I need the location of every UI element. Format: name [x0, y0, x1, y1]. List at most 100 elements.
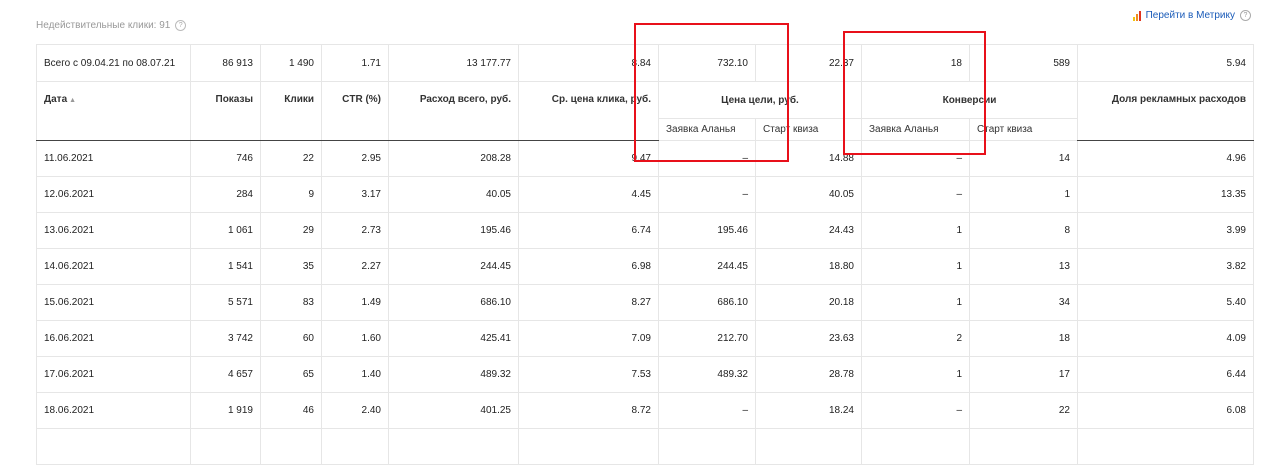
value-cell: 24.43 — [755, 212, 862, 249]
total-row: Всего с 09.04.21 по 08.07.21 86 913 1 49… — [36, 44, 1254, 82]
value-cell: 18.80 — [755, 248, 862, 285]
value-cell — [755, 428, 862, 465]
date-cell — [36, 428, 191, 465]
column-header-ad-share[interactable]: Доля рекламных расходов — [1077, 81, 1254, 141]
value-cell: 195.46 — [658, 212, 756, 249]
value-cell: 2.40 — [321, 392, 389, 429]
value-cell: 8.27 — [518, 284, 659, 321]
sort-ascending-icon[interactable]: ▲ — [69, 97, 76, 104]
value-cell: – — [861, 140, 970, 177]
invalid-clicks-text: Недействительные клики: 91 — [36, 20, 171, 31]
date-header-label[interactable]: Дата — [44, 94, 67, 105]
value-cell — [658, 428, 756, 465]
subcolumn-header-goal-price-a[interactable]: Заявка Аланья — [658, 118, 756, 141]
metrika-link[interactable]: Перейти в Метрику ? — [1132, 10, 1251, 21]
column-header-cpc[interactable]: Ср. цена клика, руб. — [518, 81, 659, 141]
total-cell: 1.71 — [321, 44, 389, 82]
value-cell: – — [861, 392, 970, 429]
value-cell — [861, 428, 970, 465]
value-cell: 60 — [260, 320, 322, 357]
table-row — [36, 428, 1254, 465]
subcolumn-header-conv-a[interactable]: Заявка Аланья — [861, 118, 970, 141]
table-row: 13.06.2021 1 061 29 2.73 195.46 6.74 195.46 24.… — [36, 212, 1254, 249]
date-cell: 11.06.2021 — [36, 140, 191, 177]
value-cell: 195.46 — [388, 212, 519, 249]
value-cell: 17 — [969, 356, 1078, 393]
value-cell: 2.95 — [321, 140, 389, 177]
value-cell: – — [658, 392, 756, 429]
value-cell: 2 — [861, 320, 970, 357]
table-row: 12.06.2021 284 9 3.17 40.05 4.45–40.05–1 13.35 — [36, 176, 1254, 213]
value-cell: 3.17 — [321, 176, 389, 213]
date-cell: 15.06.2021 — [36, 284, 191, 321]
value-cell: 35 — [260, 248, 322, 285]
value-cell: 5.40 — [1077, 284, 1254, 321]
value-cell: 8 — [969, 212, 1078, 249]
column-header-shows[interactable]: Показы — [190, 81, 261, 141]
total-cell: Всего с 09.04.21 по 08.07.21 — [36, 44, 191, 82]
value-cell: 23.63 — [755, 320, 862, 357]
date-cell: 13.06.2021 — [36, 212, 191, 249]
column-header-date[interactable]: Дата ▲ — [36, 81, 191, 141]
value-cell: 244.45 — [388, 248, 519, 285]
value-cell: 46 — [260, 392, 322, 429]
value-cell: 9 — [260, 176, 322, 213]
value-cell: 425.41 — [388, 320, 519, 357]
column-header-spend[interactable]: Расход всего, руб. — [388, 81, 519, 141]
value-cell: 686.10 — [388, 284, 519, 321]
value-cell: 14.88 — [755, 140, 862, 177]
invalid-clicks-label: Недействительные клики: 91 ? — [36, 20, 187, 31]
value-cell: 3 742 — [190, 320, 261, 357]
value-cell: 34 — [969, 284, 1078, 321]
value-cell: 4.45 — [518, 176, 659, 213]
metrika-icon — [1132, 10, 1141, 21]
value-cell — [518, 428, 659, 465]
value-cell: 1.40 — [321, 356, 389, 393]
metrika-link-label[interactable]: Перейти в Метрику — [1146, 10, 1235, 21]
total-cell: 8.84 — [518, 44, 659, 82]
value-cell: 8.72 — [518, 392, 659, 429]
value-cell: 2.73 — [321, 212, 389, 249]
column-header-clicks[interactable]: Клики — [260, 81, 322, 141]
value-cell: – — [658, 176, 756, 213]
value-cell: 244.45 — [658, 248, 756, 285]
value-cell: 6.08 — [1077, 392, 1254, 429]
value-cell: 1 — [861, 248, 970, 285]
table-row: 15.06.2021 5 571 83 1.49 686.10 8.27 686.10 20.… — [36, 284, 1254, 321]
help-icon[interactable]: ? — [1240, 10, 1251, 21]
value-cell — [969, 428, 1078, 465]
value-cell: 6.98 — [518, 248, 659, 285]
value-cell: 7.53 — [518, 356, 659, 393]
value-cell: 489.32 — [658, 356, 756, 393]
total-cell: 589 — [969, 44, 1078, 82]
value-cell: 1 061 — [190, 212, 261, 249]
table-row: 18.06.2021 1 919 46 2.40 401.25 8.72–18.24–22… — [36, 392, 1254, 429]
table-body: 11.06.2021 746 22 2.95 208.28 9.47–14.88–14 4.… — [36, 140, 1254, 465]
value-cell — [190, 428, 261, 465]
value-cell: 6.44 — [1077, 356, 1254, 393]
value-cell: 40.05 — [388, 176, 519, 213]
value-cell: 1.60 — [321, 320, 389, 357]
total-cell: 5.94 — [1077, 44, 1254, 82]
value-cell: 4.96 — [1077, 140, 1254, 177]
value-cell — [388, 428, 519, 465]
value-cell — [1077, 428, 1254, 465]
value-cell: 4 657 — [190, 356, 261, 393]
value-cell: 20.18 — [755, 284, 862, 321]
date-cell: 18.06.2021 — [36, 392, 191, 429]
value-cell: 6.74 — [518, 212, 659, 249]
column-group-conversions: Конверсии — [861, 81, 1078, 119]
column-header-ctr[interactable]: CTR (%) — [321, 81, 389, 141]
value-cell: 13 — [969, 248, 1078, 285]
value-cell: 2.27 — [321, 248, 389, 285]
help-icon[interactable]: ? — [175, 20, 187, 31]
value-cell: 22 — [969, 392, 1078, 429]
total-cell: 22.37 — [755, 44, 862, 82]
value-cell: 1 919 — [190, 392, 261, 429]
subcolumn-header-goal-price-b[interactable]: Старт квиза — [755, 118, 862, 141]
value-cell: 13.35 — [1077, 176, 1254, 213]
value-cell: 4.09 — [1077, 320, 1254, 357]
subcolumn-header-conv-b[interactable]: Старт квиза — [969, 118, 1078, 141]
value-cell — [260, 428, 322, 465]
value-cell: 9.47 — [518, 140, 659, 177]
